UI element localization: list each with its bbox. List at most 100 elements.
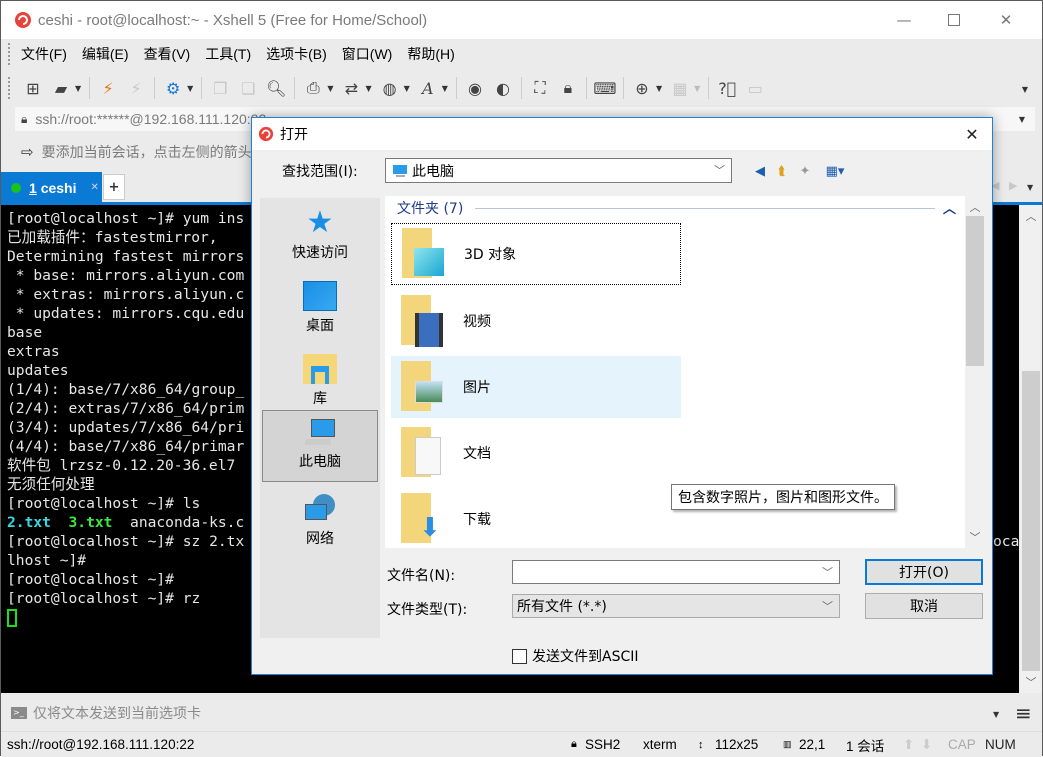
- minimize-button[interactable]: —: [881, 1, 927, 39]
- transfer-button[interactable]: ⇄: [340, 77, 362, 99]
- layout-button[interactable]: ▦: [669, 77, 691, 99]
- print-button[interactable]: ⎙: [302, 77, 324, 99]
- collapse-group-icon[interactable]: ︿: [943, 198, 956, 217]
- xshell-button[interactable]: ◉: [464, 77, 486, 99]
- keyboard-button[interactable]: ⌨: [593, 77, 616, 99]
- scroll-down-icon[interactable]: ﹀: [1020, 673, 1042, 691]
- plus-icon: +: [108, 179, 120, 195]
- fullscreen-button[interactable]: ⛶: [529, 77, 551, 99]
- reconnect-button[interactable]: ⚡: [97, 77, 119, 99]
- help-button[interactable]: ?⃝: [716, 77, 738, 99]
- tab-list-dropdown-icon[interactable]: ▼: [1027, 183, 1033, 192]
- menu-tools[interactable]: 工具(T): [205, 44, 251, 64]
- toolbar-overflow-icon[interactable]: ▼: [1022, 85, 1028, 94]
- tab-ceshi[interactable]: 1 ceshi ✕: [1, 172, 102, 203]
- open-session-button[interactable]: ▰: [50, 77, 72, 99]
- place-desktop[interactable]: 桌面: [262, 275, 378, 347]
- new-folder-icon: ✦: [799, 163, 811, 179]
- look-in-select[interactable]: 此电脑 ﹀: [385, 158, 732, 183]
- font-button[interactable]: A: [417, 77, 439, 99]
- chevron-down-icon: ﹀: [822, 600, 833, 613]
- address-dropdown-icon[interactable]: ▼: [1019, 115, 1025, 124]
- folder-tooltip: 包含数字照片，图片和图形文件。: [671, 484, 895, 510]
- session-properties-button[interactable]: ⚙: [162, 77, 184, 99]
- lock-button[interactable]: 🔒︎: [557, 77, 579, 99]
- compose-dropdown-icon[interactable]: ▼: [993, 710, 999, 719]
- session-prev-icon[interactable]: ⬆: [903, 737, 914, 753]
- place-network[interactable]: 网络: [262, 488, 378, 560]
- properties-dropdown-icon[interactable]: ▼: [187, 84, 193, 93]
- chevron-down-icon[interactable]: ﹀: [822, 564, 833, 580]
- open-dropdown-icon[interactable]: ▼: [75, 84, 81, 93]
- layout-dropdown-icon[interactable]: ▼: [694, 84, 700, 93]
- font-dropdown-icon[interactable]: ▼: [442, 84, 448, 93]
- up-folder-button[interactable]: ⮬: [773, 162, 791, 180]
- place-quick-access[interactable]: ★ 快速访问: [262, 202, 378, 274]
- cancel-button[interactable]: 取消: [865, 593, 983, 619]
- add-tab-button[interactable]: +: [103, 174, 125, 200]
- tab-scroll-right-icon[interactable]: ▶: [1009, 179, 1017, 192]
- hamburger-menu-icon[interactable]: ≡: [1015, 701, 1032, 725]
- terminal-text: [root@localhost ~]# rz: [7, 590, 201, 607]
- group-header[interactable]: 文件夹 (7): [397, 198, 463, 218]
- back-button[interactable]: ◀: [751, 162, 769, 180]
- scroll-up-icon[interactable]: ︿: [1020, 207, 1042, 225]
- lock-icon: 🔒︎: [563, 78, 573, 97]
- new-tab-button[interactable]: ⊕: [631, 77, 653, 99]
- encoding-dropdown-icon[interactable]: ▼: [404, 84, 410, 93]
- tab-close-icon[interactable]: ✕: [91, 182, 99, 193]
- file-list-scrollbar[interactable]: ︿ ﹀: [965, 196, 985, 548]
- menu-view[interactable]: 查看(V): [144, 44, 191, 64]
- folder-item[interactable]: 图片: [391, 356, 681, 418]
- add-session-arrow-icon[interactable]: ⇨: [21, 143, 34, 161]
- library-icon: [303, 354, 337, 384]
- folder-item[interactable]: 视频: [391, 290, 681, 352]
- folder-item[interactable]: 文档: [391, 422, 681, 484]
- xftp-button[interactable]: ◐: [492, 77, 514, 99]
- place-this-pc[interactable]: 此电脑: [262, 410, 378, 482]
- filename-input[interactable]: ﹀: [512, 560, 840, 584]
- new-folder-button[interactable]: ✦: [796, 162, 814, 180]
- encoding-button[interactable]: ◍: [379, 77, 401, 99]
- chat-button[interactable]: ▭: [744, 77, 766, 99]
- close-window-button[interactable]: ✕: [983, 1, 1029, 39]
- folder-item[interactable]: 3D 对象: [391, 223, 681, 285]
- maximize-button[interactable]: [931, 1, 977, 39]
- view-menu-button[interactable]: ▦▾: [820, 162, 850, 180]
- find-button[interactable]: 🔍︎: [265, 77, 287, 99]
- scroll-down-icon[interactable]: ﹀: [965, 528, 985, 546]
- status-connection: ssh://root@192.168.111.120:22: [7, 737, 195, 752]
- session-next-icon[interactable]: ⬇: [921, 737, 932, 753]
- network-icon: [303, 494, 337, 524]
- copy-button[interactable]: ❐: [209, 77, 231, 99]
- folder-item[interactable]: ⬇ 下载: [391, 488, 681, 550]
- menu-edit[interactable]: 编辑(E): [82, 44, 129, 64]
- ascii-checkbox[interactable]: [512, 648, 527, 664]
- transfer-icon: ⇄: [344, 78, 359, 98]
- new-tab-dropdown-icon[interactable]: ▼: [656, 84, 662, 93]
- filetype-value: 所有文件 (*.*): [517, 599, 607, 615]
- disconnect-button[interactable]: ⚡: [125, 77, 147, 99]
- new-tab-icon: ⊕: [635, 78, 649, 98]
- ascii-checkbox-row[interactable]: 发送文件到ASCII: [512, 646, 639, 666]
- menu-help[interactable]: 帮助(H): [407, 44, 454, 64]
- terminal-scrollbar[interactable]: ︿ ﹀: [1020, 205, 1042, 693]
- transfer-dropdown-icon[interactable]: ▼: [365, 84, 371, 93]
- compose-bar[interactable]: >_ 仅将文本发送到当前选项卡 ▼ ≡: [1, 697, 1042, 729]
- chevron-down-icon: ﹀: [714, 164, 725, 177]
- new-session-button[interactable]: ⊞: [22, 77, 44, 99]
- connect-icon: ⚡: [102, 78, 114, 98]
- open-button[interactable]: 打开(O): [865, 559, 983, 585]
- maximize-icon: [948, 14, 960, 26]
- scrollbar-thumb[interactable]: [1022, 371, 1040, 671]
- print-dropdown-icon[interactable]: ▼: [327, 84, 333, 93]
- paste-button[interactable]: ❏: [237, 77, 259, 99]
- menu-window[interactable]: 窗口(W): [342, 44, 393, 64]
- scrollbar-thumb[interactable]: [966, 216, 984, 366]
- filetype-select[interactable]: 所有文件 (*.*) ﹀: [512, 594, 840, 618]
- dialog-close-button[interactable]: ✕: [952, 118, 992, 150]
- status-num: NUM: [985, 737, 1016, 752]
- menu-tabs[interactable]: 选项卡(B): [266, 44, 327, 64]
- menu-file[interactable]: 文件(F): [21, 44, 67, 64]
- scroll-up-icon[interactable]: ︿: [965, 198, 985, 216]
